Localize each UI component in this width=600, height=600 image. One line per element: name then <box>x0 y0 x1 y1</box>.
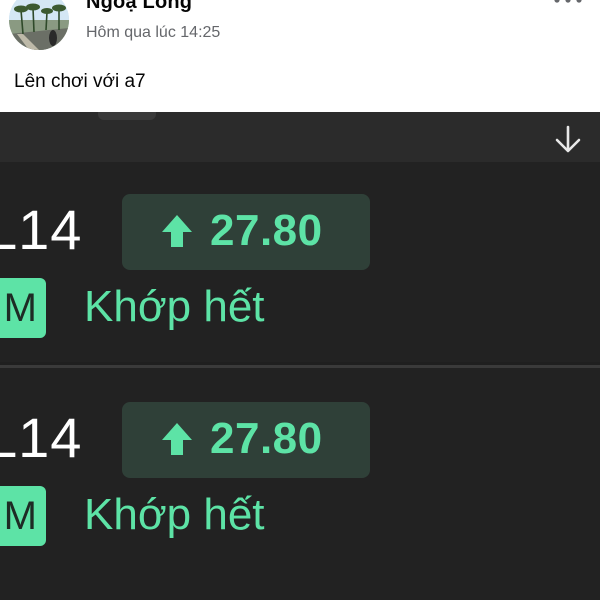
top-tab[interactable] <box>98 112 156 120</box>
post-header: Ngoạ Long Hôm qua lúc 14:25 Lên chơi với… <box>0 0 600 112</box>
order-row[interactable]: L14 27.80 M Khớp hết <box>0 368 600 600</box>
order-type: M <box>3 285 37 330</box>
more-options-button[interactable] <box>548 0 588 12</box>
arrow-down-icon[interactable] <box>551 122 585 156</box>
avatar-photo <box>9 0 69 50</box>
order-type-badge: M <box>0 278 46 338</box>
order-symbol: L14 <box>0 406 83 469</box>
order-type: M <box>3 493 37 538</box>
order-row[interactable]: L14 27.80 M Khớp hết <box>0 162 600 362</box>
order-symbol: L14 <box>0 198 83 261</box>
price-badge: 27.80 <box>122 402 370 478</box>
post-text: Lên chơi với a7 <box>14 71 146 92</box>
order-status: Khớp hết <box>84 282 265 331</box>
order-status: Khớp hết <box>84 490 265 539</box>
price-badge: 27.80 <box>122 194 370 270</box>
arrow-up-icon <box>162 215 192 247</box>
post-timestamp[interactable]: Hôm qua lúc 14:25 <box>86 24 220 42</box>
order-type-badge: M <box>0 486 46 546</box>
post-image[interactable]: L14 27.80 M Khớp hết L14 27.80 M Khớp hế… <box>0 112 600 600</box>
author-avatar[interactable] <box>9 0 69 50</box>
author-name[interactable]: Ngoạ Long <box>86 0 192 14</box>
order-price: 27.80 <box>210 414 323 463</box>
more-horizontal-icon <box>554 0 582 3</box>
arrow-up-icon <box>162 423 192 455</box>
app-top-bar <box>0 112 600 162</box>
order-price: 27.80 <box>210 206 323 255</box>
